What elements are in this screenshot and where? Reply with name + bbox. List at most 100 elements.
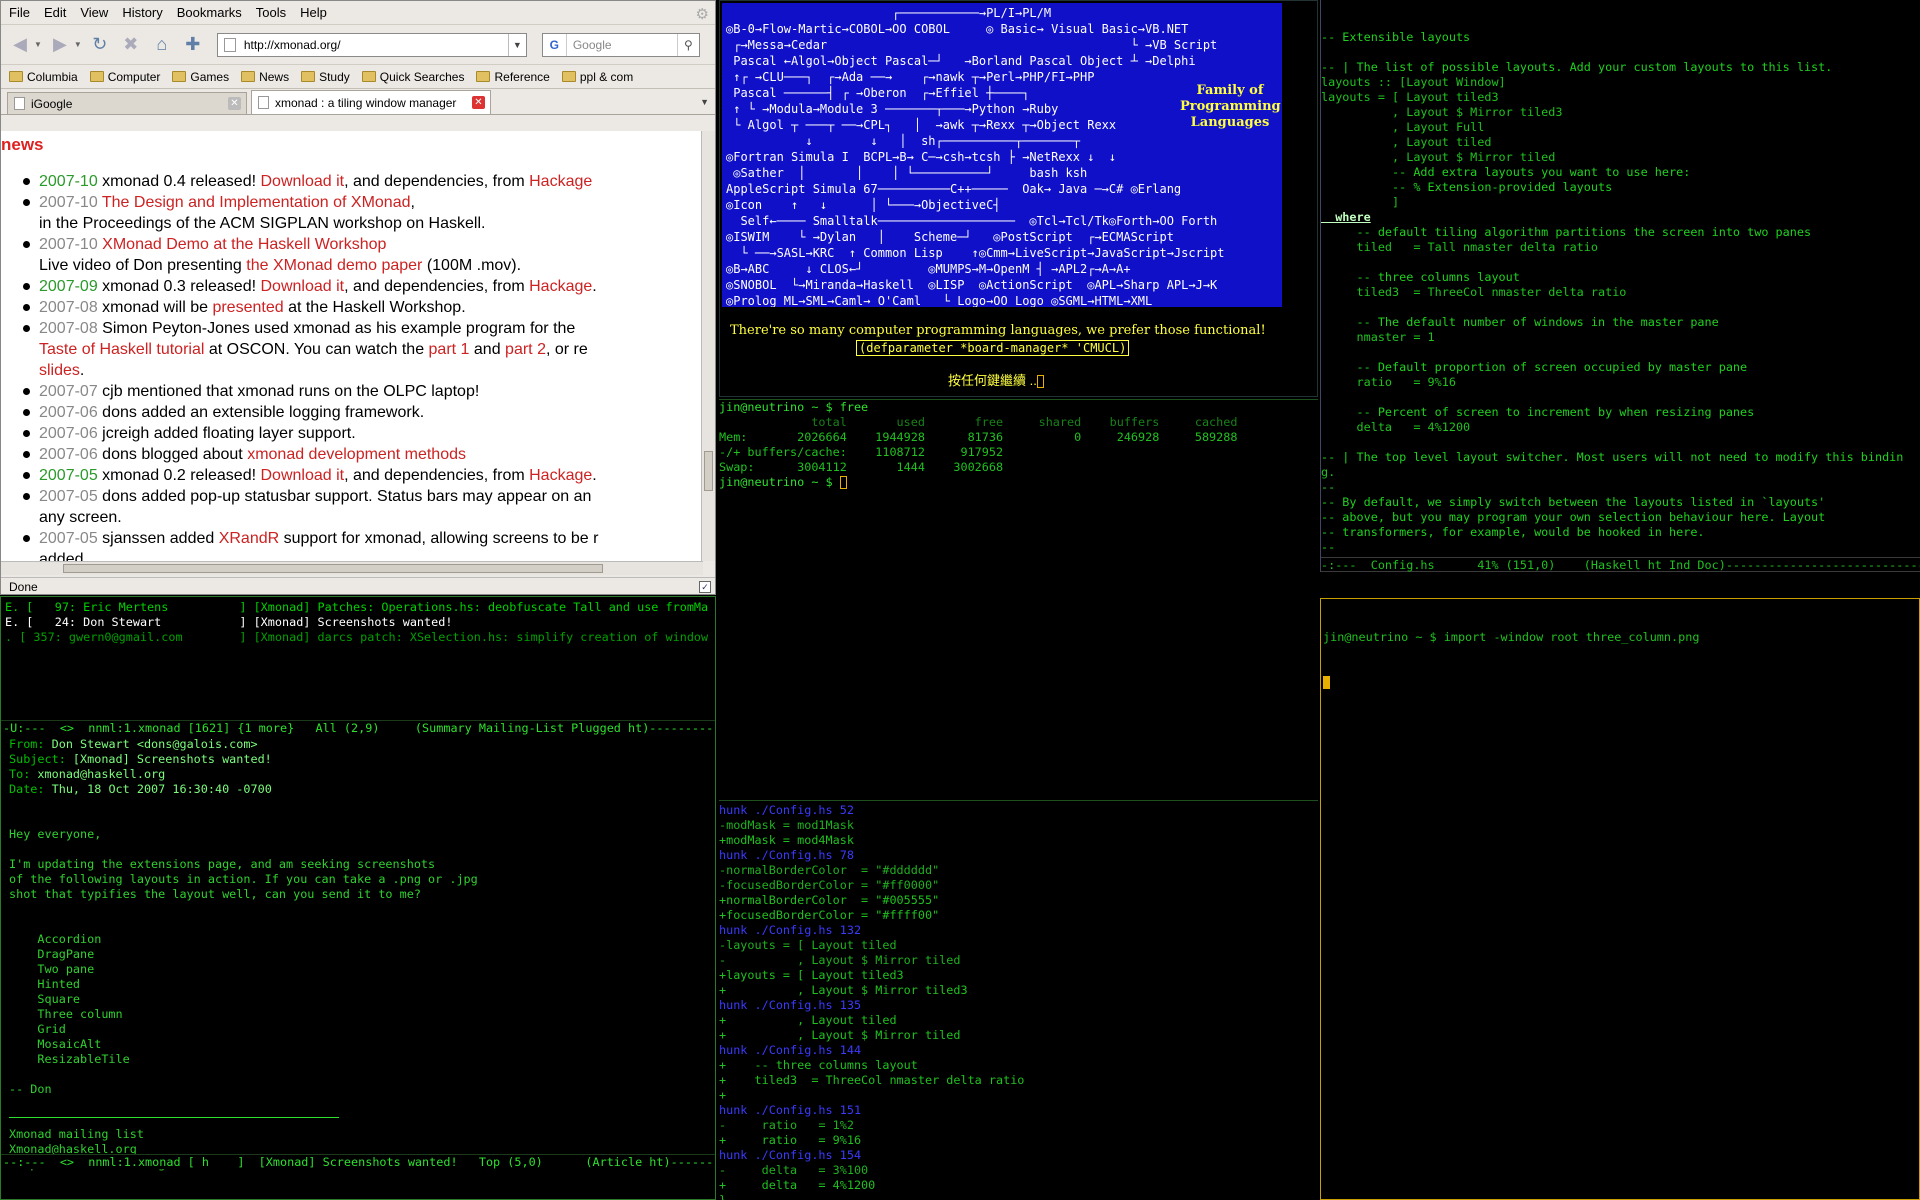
news-date: 2007-09	[39, 278, 98, 295]
news-link[interactable]: XRandR	[219, 530, 279, 547]
bookmark-folder[interactable]: Computer	[89, 70, 160, 84]
news-text: , and dependencies, from	[344, 173, 530, 190]
body-line: of the following layouts in action. If y…	[9, 872, 478, 886]
summary-line[interactable]: E. [ 97: Eric Mertens ] [Xmonad] Patches…	[5, 600, 713, 615]
news-link[interactable]: xmonad development methods	[247, 446, 466, 463]
reload-icon[interactable]: ↻	[87, 32, 113, 58]
news-item: 2007-06 dons blogged about xmonad develo…	[23, 444, 703, 465]
menu-edit[interactable]: Edit	[44, 5, 66, 20]
header-value: xmonad@haskell.org	[37, 767, 166, 781]
body-line: Hinted	[9, 977, 81, 991]
summary-line[interactable]: . [ 357: gwern0@gmail.com ] [Xmonad] dar…	[5, 630, 713, 645]
vertical-scrollbar[interactable]	[701, 131, 715, 561]
search-placeholder: Google	[572, 37, 612, 52]
news-link[interactable]: Download it	[261, 173, 345, 190]
search-input[interactable]: G Google ⚲	[541, 32, 700, 57]
diff-line: -normalBorderColor = "#dddddd"	[719, 863, 940, 877]
menu-bar: File Edit View History Bookmarks Tools Help ⚙	[1, 1, 715, 25]
news-link[interactable]: Taste of Haskell tutorial	[39, 341, 204, 358]
tab-igoogle[interactable]: iGoogle ✕	[7, 92, 247, 114]
news-link[interactable]: Hackage	[529, 278, 592, 295]
add-bookmark-icon[interactable]: ✚	[180, 32, 206, 58]
news-date: 2007-08	[39, 299, 98, 316]
menu-help[interactable]: Help	[300, 5, 327, 20]
news-text: at the Haskell Workshop.	[283, 299, 466, 316]
news-date: 2007-05	[39, 530, 98, 547]
stop-icon[interactable]: ✖	[118, 32, 144, 58]
news-text: support for xmonad, allowing screens to …	[279, 530, 599, 547]
menu-history[interactable]: History	[122, 5, 162, 20]
free-terminal[interactable]: jin@neutrino ~ $ free total used free sh…	[719, 399, 1318, 800]
bookmark-folder[interactable]: Study	[301, 70, 350, 84]
scroll-thumb[interactable]	[704, 451, 713, 491]
import-terminal[interactable]: jin@neutrino ~ $ import -window root thr…	[1320, 598, 1920, 1200]
news-item: 2007-09 xmonad 0.3 released! Download it…	[23, 276, 703, 297]
news-date: 2007-05	[39, 488, 98, 505]
home-icon[interactable]: ⌂	[149, 32, 175, 58]
bookmark-folder[interactable]: Reference	[476, 70, 550, 84]
news-link[interactable]: the XMonad demo paper	[246, 257, 422, 274]
news-text: Simon Peyton-Jones used xmonad as his ex…	[102, 320, 576, 337]
news-link[interactable]: presented	[212, 299, 283, 316]
diff-line: + ratio = 9%16	[719, 1133, 862, 1147]
menu-bookmarks[interactable]: Bookmarks	[177, 5, 242, 20]
forward-icon[interactable]: ▶	[47, 32, 73, 58]
menu-view[interactable]: View	[80, 5, 108, 20]
chart-line: AppleScript Simula 67──────────C++───── …	[726, 182, 1182, 196]
terminal-message: There're so many computer programming la…	[730, 323, 1266, 338]
summary-line[interactable]: E. [ 24: Don Stewart ] [Xmonad] Screensh…	[5, 615, 713, 630]
news-continuation: slides.	[23, 360, 703, 381]
news-link[interactable]: XMonad Demo at the Haskell Workshop	[102, 236, 386, 253]
horizontal-scrollbar[interactable]	[1, 561, 703, 575]
news-link[interactable]: slides	[39, 362, 80, 379]
diff-line: + , Layout tiled	[719, 1013, 897, 1027]
config-editor[interactable]: -- Extensible layouts -- | The list of p…	[1320, 0, 1920, 572]
bookmark-label: Columbia	[27, 69, 78, 84]
header-line: From: Don Stewart <dons@galois.com>	[9, 737, 709, 752]
news-text: xmonad will be	[102, 299, 213, 316]
search-icon[interactable]: ⚲	[676, 33, 699, 56]
news-link[interactable]: part 1	[429, 341, 470, 358]
code-line: , Layout $ Mirror tiled3	[1321, 105, 1563, 119]
body-line: Square	[9, 992, 81, 1006]
news-link[interactable]: Hackage	[529, 173, 592, 190]
chart-line: ◎ISWIM └ →Dylan │ Scheme─┘ ◎PostScript ┌…	[726, 230, 1174, 244]
news-link[interactable]: The Design and Implementation of XMonad	[102, 194, 411, 211]
scroll-thumb[interactable]	[63, 564, 603, 573]
tab-list-icon[interactable]: ▼	[700, 97, 709, 107]
code-line: where	[1321, 210, 1371, 224]
terminal-line: Swap: 3004112 1444 3002668	[719, 460, 1004, 474]
news-date: 2007-07	[39, 383, 98, 400]
config-buffer[interactable]: -- Extensible layouts -- | The list of p…	[1321, 30, 1920, 572]
news-link[interactable]: Download it	[261, 278, 345, 295]
back-icon[interactable]: ◀	[7, 32, 33, 58]
news-continuation: in the Proceedings of the ACM SIGPLAN wo…	[39, 215, 486, 232]
url-bar[interactable]: http://xmonad.org/ ▼	[216, 32, 527, 57]
code-line: -- Extensible layouts	[1321, 30, 1471, 44]
news-item: 2007-10 The Design and Implementation of…	[23, 192, 703, 213]
url-dropdown-icon[interactable]: ▼	[507, 33, 526, 56]
code-line: nmaster = 1	[1321, 330, 1435, 344]
close-tab-icon[interactable]: ✕	[472, 96, 485, 109]
close-tab-icon[interactable]: ✕	[228, 97, 241, 110]
chart-line: ◎B→ABC ↓ CLOS←┘ ◎MUMPS→M→OpenM ┤ →APL2┌→…	[726, 262, 1131, 276]
back-dropdown-icon[interactable]: ▼	[34, 40, 42, 49]
menu-file[interactable]: File	[9, 5, 30, 20]
google-icon[interactable]: G	[543, 33, 567, 56]
tab-xmonad[interactable]: xmonad : a tiling window manager ✕	[251, 90, 491, 114]
bookmark-folder[interactable]: Columbia	[9, 70, 78, 84]
news-link[interactable]: Download it	[261, 467, 345, 484]
darcs-diff-terminal[interactable]: hunk ./Config.hs 52 -modMask = mod1Mask +m…	[719, 800, 1318, 1200]
forward-dropdown-icon[interactable]: ▼	[74, 40, 82, 49]
menu-tools[interactable]: Tools	[256, 5, 286, 20]
bookmark-folder[interactable]: News	[241, 70, 289, 84]
news-link[interactable]: Hackage	[529, 467, 592, 484]
bookmark-folder[interactable]: Games	[172, 70, 229, 84]
bookmark-folder[interactable]: ppl & com	[561, 70, 633, 84]
news-link[interactable]: part 2	[505, 341, 546, 358]
body-line	[9, 842, 709, 857]
diff-line: + delta = 4%1200	[719, 1178, 876, 1192]
news-date: 2007-06	[39, 446, 98, 463]
bookmark-folder[interactable]: Quick Searches	[361, 70, 464, 84]
